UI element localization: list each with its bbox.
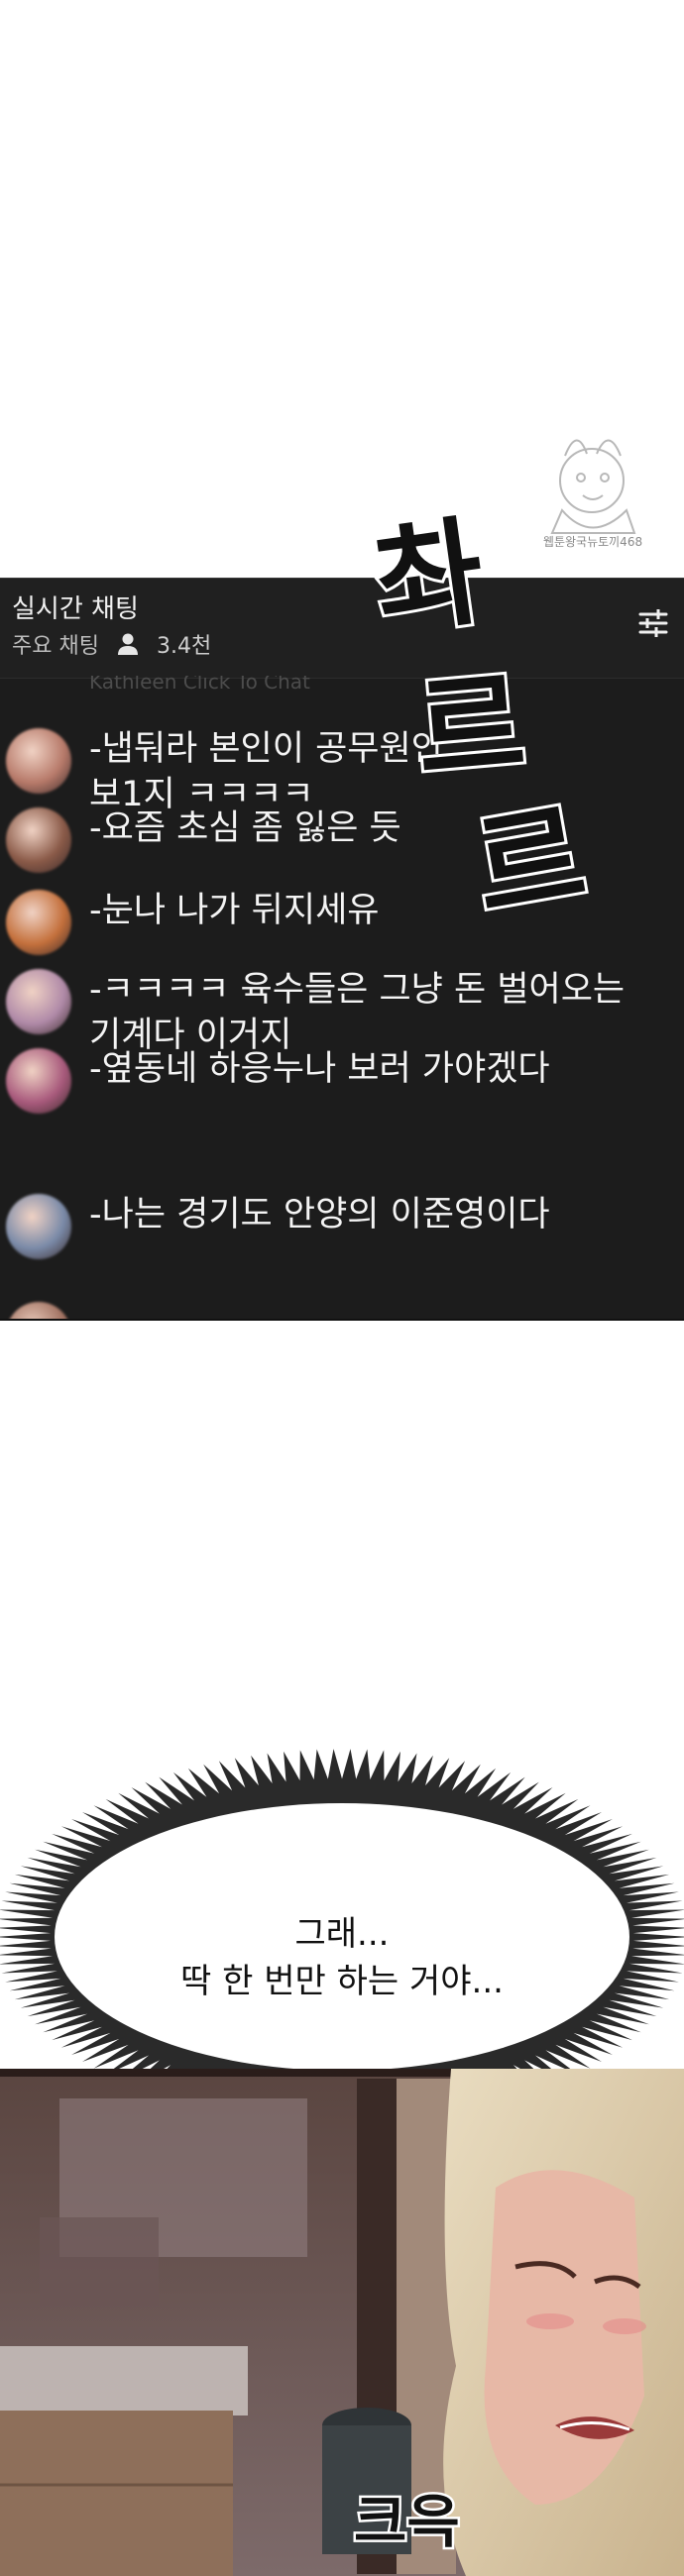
sfx-text: 촤: [367, 502, 493, 653]
avatar[interactable]: [6, 728, 71, 794]
avatar[interactable]: [6, 1194, 71, 1259]
partial-message-text: Kathleen Click To Chat: [89, 676, 310, 694]
chat-subtitle-row[interactable]: 주요 채팅 3.4천: [12, 628, 211, 660]
sfx-groan: 크윽: [352, 2486, 463, 2558]
chat-message-text: -나는 경기도 안양의 이준영이다: [89, 1192, 550, 1237]
avatar[interactable]: [6, 969, 71, 1034]
chat-title: 실시간 채팅: [12, 594, 139, 624]
chat-message-text: -요즘 초심 좀 잃은 듯: [89, 805, 401, 851]
chat-message-line: -옆동네 하응누나 보러 가야겠다: [89, 1049, 550, 1089]
sfx-splash: 촤 르 르: [364, 499, 598, 931]
person-icon: [115, 631, 141, 657]
sfx-groan-text: 크윽: [354, 2488, 460, 2555]
chat-message-line: -ㅋㅋㅋㅋ 육수들은 그냥 돈 벌어오는: [89, 970, 626, 1010]
sfx-text-char2: 르: [411, 655, 530, 801]
viewer-count: 3.4천: [156, 634, 212, 659]
chat-message-line: -요즘 초심 좀 잃은 듯: [89, 808, 401, 848]
avatar[interactable]: [6, 1048, 71, 1114]
speech-bubble-text: 그래... 딱 한 번만 하는 거야...: [0, 1910, 684, 2005]
chat-message-line: -눈나 나가 뒤지세유: [89, 891, 380, 930]
chat-message-line: -나는 경기도 안양의 이준영이다: [89, 1195, 550, 1234]
chat-mode-label[interactable]: 주요 채팅: [12, 628, 99, 660]
avatar-partial: [6, 1302, 71, 1319]
chat-message-text: -눈나 나가 뒤지세유: [89, 888, 379, 933]
bubble-line-1: 그래...: [294, 1914, 390, 1954]
avatar[interactable]: [6, 807, 71, 873]
avatar[interactable]: [6, 890, 71, 955]
sfx-text-char3: 르: [465, 786, 595, 931]
chat-message-text: -옆동네 하응누나 보러 가야겠다: [89, 1046, 550, 1092]
bubble-line-2: 딱 한 번만 하는 거야...: [180, 1962, 504, 2001]
scene-panel-illustration: [0, 2069, 684, 2576]
chat-message-text: -ㅋㅋㅋㅋ 육수들은 그냥 돈 벌어오는 기계다 이거지: [89, 967, 625, 1058]
